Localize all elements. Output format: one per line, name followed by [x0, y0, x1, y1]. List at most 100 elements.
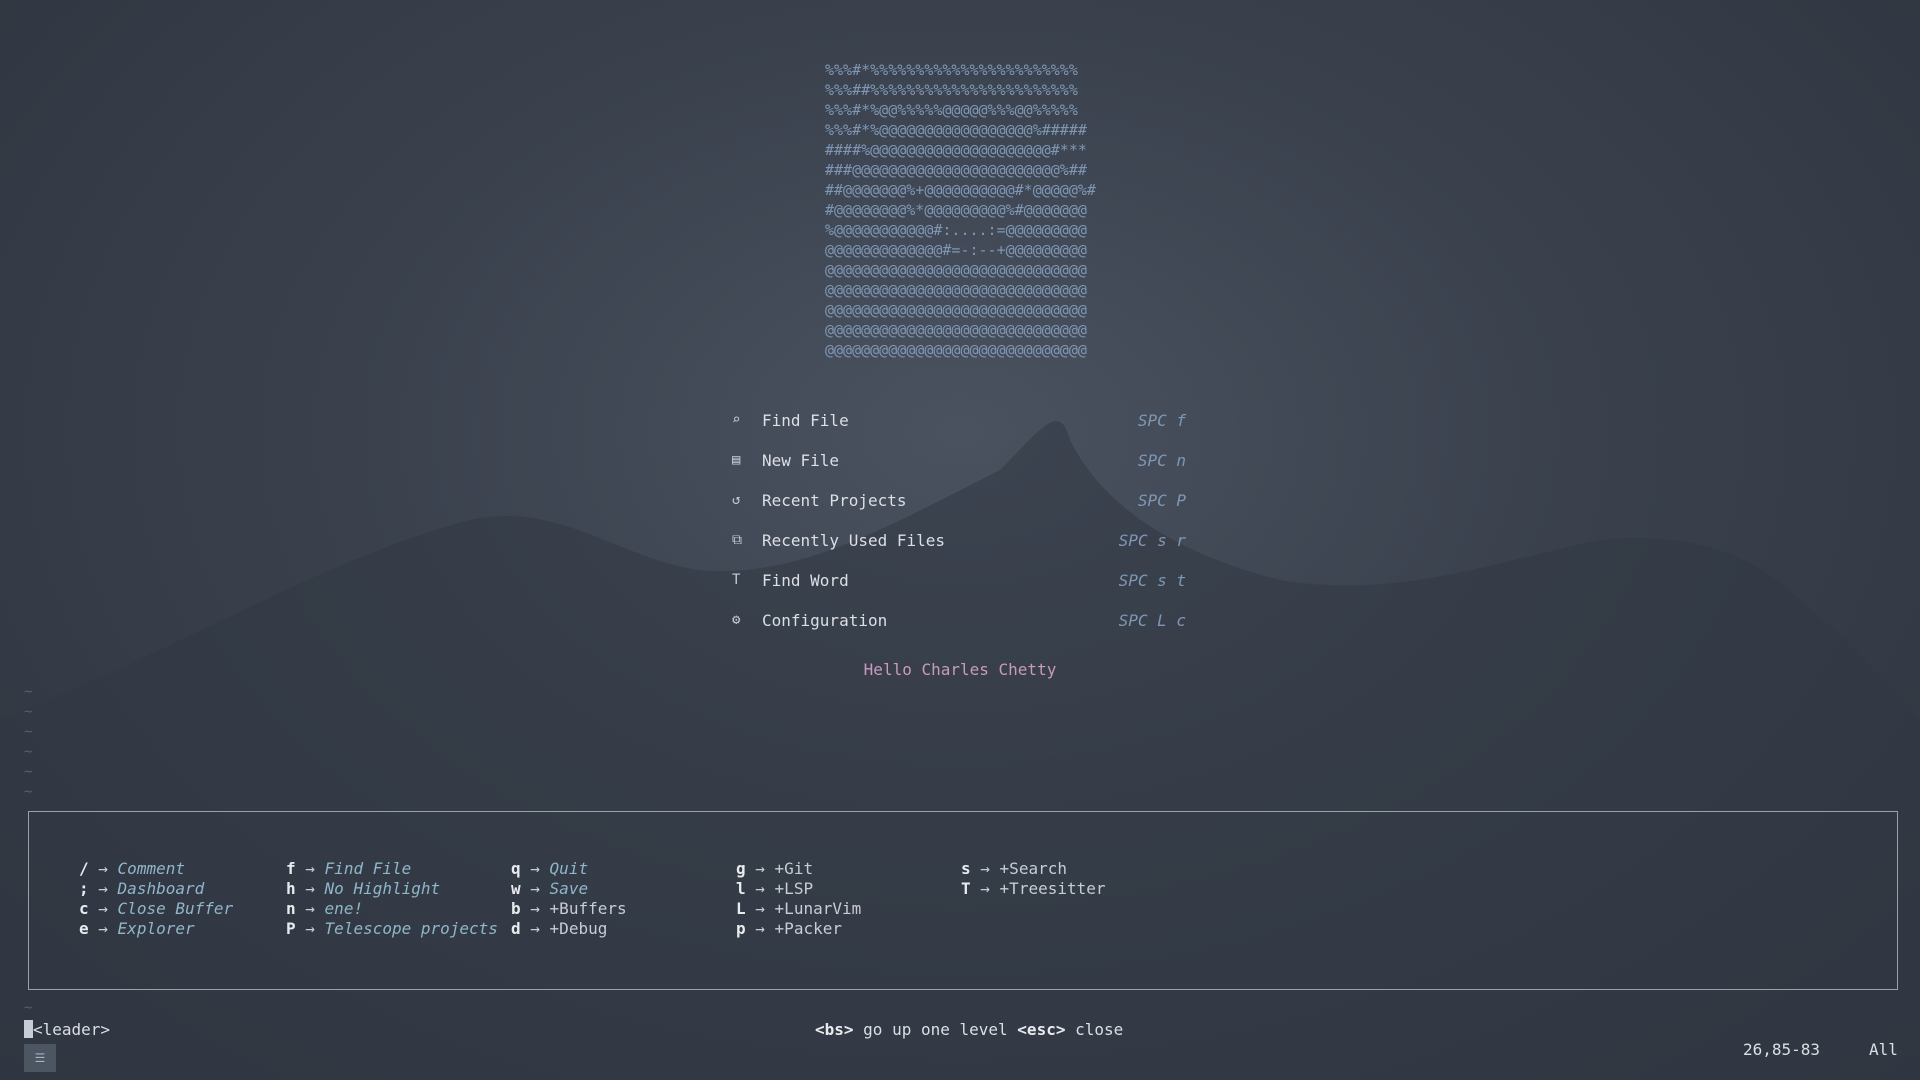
which-key-key: w [511, 879, 521, 898]
which-key-key: c [79, 899, 89, 918]
which-key-item[interactable]: T → +Treesitter [961, 879, 1106, 899]
which-key-command: +Packer [774, 919, 842, 938]
which-key-item[interactable]: f → Find File [286, 859, 498, 879]
which-key-key: h [286, 879, 296, 898]
which-key-item[interactable]: q → Quit [511, 859, 627, 879]
editor-window: %%%#*%%%%%%%%%%%%%%%%%%%%%%% %%%##%%%%%%… [10, 10, 1910, 1072]
scroll-indicator: All [1869, 1040, 1898, 1059]
arrow-icon: → [88, 879, 118, 898]
ascii-logo: %%%#*%%%%%%%%%%%%%%%%%%%%%%% %%%##%%%%%%… [825, 61, 1096, 359]
arrow-icon: → [295, 879, 325, 898]
cursor [24, 1020, 33, 1038]
which-key-command: Dashboard [117, 879, 205, 898]
arrow-icon: → [88, 899, 118, 918]
arrow-icon: → [520, 859, 550, 878]
which-key-key: q [511, 859, 521, 878]
which-key-column: / → Comment; → Dashboard c → Close Buffer… [79, 859, 233, 939]
arrow-icon: → [520, 899, 550, 918]
menu-item-configuration[interactable]: ⚙ Configuration SPC L c [732, 600, 1186, 640]
which-key-item[interactable]: d → +Debug [511, 919, 627, 939]
menu-item-label: Configuration [762, 610, 888, 630]
which-key-column: q → Quit w → Save b → +Buffers d → +Debug [511, 859, 627, 939]
menu-icon-glyph: ☰ [34, 1051, 46, 1065]
which-key-item[interactable]: c → Close Buffer [79, 899, 233, 919]
which-key-command: Quit [549, 859, 589, 878]
which-key-item[interactable]: w → Save [511, 879, 627, 899]
bs-key: <bs> [815, 1020, 854, 1039]
menu-item-label: Find File [762, 410, 849, 430]
cursor-position: 26,85-83 [1743, 1040, 1821, 1059]
menu-item-recently-used-files[interactable]: ⧉ Recently Used Files SPC s r [732, 520, 1186, 560]
greeting-text: Hello Charles Chetty [863, 660, 1057, 679]
menu-item-find-file[interactable]: ⌕ Find File SPC f [732, 400, 1186, 440]
which-key-key: ; [79, 879, 89, 898]
which-key-command: Explorer [117, 919, 195, 938]
menu-item-label: New File [762, 450, 840, 470]
which-key-command: Find File [324, 859, 412, 878]
esc-key: <esc> [1017, 1020, 1066, 1039]
which-key-item[interactable]: n → ene! [286, 899, 498, 919]
find-file-icon: ⌕ [732, 412, 741, 428]
text-icon: T [732, 572, 741, 588]
which-key-key: T [961, 879, 971, 898]
menu-item-shortcut: SPC s r [1118, 530, 1186, 550]
which-key-item[interactable]: h → No Highlight [286, 879, 498, 899]
arrow-icon: → [88, 919, 118, 938]
which-key-key: P [286, 919, 296, 938]
which-key-item[interactable]: L → +LunarVim [736, 899, 861, 919]
which-key-command: +Buffers [549, 899, 627, 918]
menu-item-shortcut: SPC n [1137, 450, 1186, 470]
menu-item-shortcut: SPC s t [1118, 570, 1186, 590]
which-key-hint: <bs> go up one level <esc> close [815, 1020, 1123, 1039]
which-key-key: s [961, 859, 971, 878]
command-line[interactable]: <leader> [24, 1020, 110, 1039]
menu-item-label: Recently Used Files [762, 530, 946, 550]
which-key-command: Close Buffer [117, 899, 234, 918]
esc-hint-text: close [1065, 1020, 1124, 1039]
menu-item-new-file[interactable]: ▤ New File SPC n [732, 440, 1186, 480]
which-key-key: n [286, 899, 296, 918]
menu-icon[interactable]: ☰ [24, 1044, 56, 1072]
which-key-item[interactable]: g → +Git [736, 859, 861, 879]
arrow-icon: → [295, 899, 325, 918]
which-key-item[interactable]: p → +Packer [736, 919, 861, 939]
arrow-icon: → [745, 859, 775, 878]
which-key-key: l [736, 879, 746, 898]
which-key-item[interactable]: e → Explorer [79, 919, 233, 939]
arrow-icon: → [970, 859, 1000, 878]
which-key-popup: / → Comment; → Dashboard c → Close Buffer… [28, 811, 1898, 990]
empty-line-markers: ~ ~ ~ ~ ~ ~ [24, 684, 33, 800]
which-key-column: g → +Git l → +LSP L → +LunarVim p → +Packer [736, 859, 861, 939]
which-key-command: +Treesitter [999, 879, 1106, 898]
which-key-key: e [79, 919, 89, 938]
arrow-icon: → [520, 919, 550, 938]
menu-item-shortcut: SPC P [1137, 490, 1186, 510]
which-key-item[interactable]: P → Telescope projects [286, 919, 498, 939]
which-key-item[interactable]: ; → Dashboard [79, 879, 233, 899]
which-key-item[interactable]: b → +Buffers [511, 899, 627, 919]
which-key-key: d [511, 919, 521, 938]
which-key-key: / [79, 859, 89, 878]
arrow-icon: → [745, 899, 775, 918]
which-key-column: s → +Search T → +Treesitter [961, 859, 1106, 899]
which-key-command: +LunarVim [774, 899, 862, 918]
which-key-key: L [736, 899, 746, 918]
which-key-item[interactable]: s → +Search [961, 859, 1106, 879]
which-key-item[interactable]: / → Comment [79, 859, 233, 879]
arrow-icon: → [520, 879, 550, 898]
bs-hint-text: go up one level [853, 1020, 1018, 1039]
which-key-command: +Search [999, 859, 1067, 878]
menu-item-shortcut: SPC f [1137, 410, 1186, 430]
menu-item-label: Recent Projects [762, 490, 907, 510]
arrow-icon: → [745, 919, 775, 938]
which-key-key: p [736, 919, 746, 938]
arrow-icon: → [295, 859, 325, 878]
which-key-command: +LSP [774, 879, 814, 898]
empty-line-marker: ~ [24, 1000, 33, 1016]
menu-item-find-word[interactable]: T Find Word SPC s t [732, 560, 1186, 600]
which-key-item[interactable]: l → +LSP [736, 879, 861, 899]
arrow-icon: → [970, 879, 1000, 898]
menu-item-shortcut: SPC L c [1118, 610, 1186, 630]
menu-item-recent-projects[interactable]: ↺ Recent Projects SPC P [732, 480, 1186, 520]
dashboard-menu: ⌕ Find File SPC f ▤ New File SPC n ↺ Recent Pro… [732, 400, 1186, 640]
